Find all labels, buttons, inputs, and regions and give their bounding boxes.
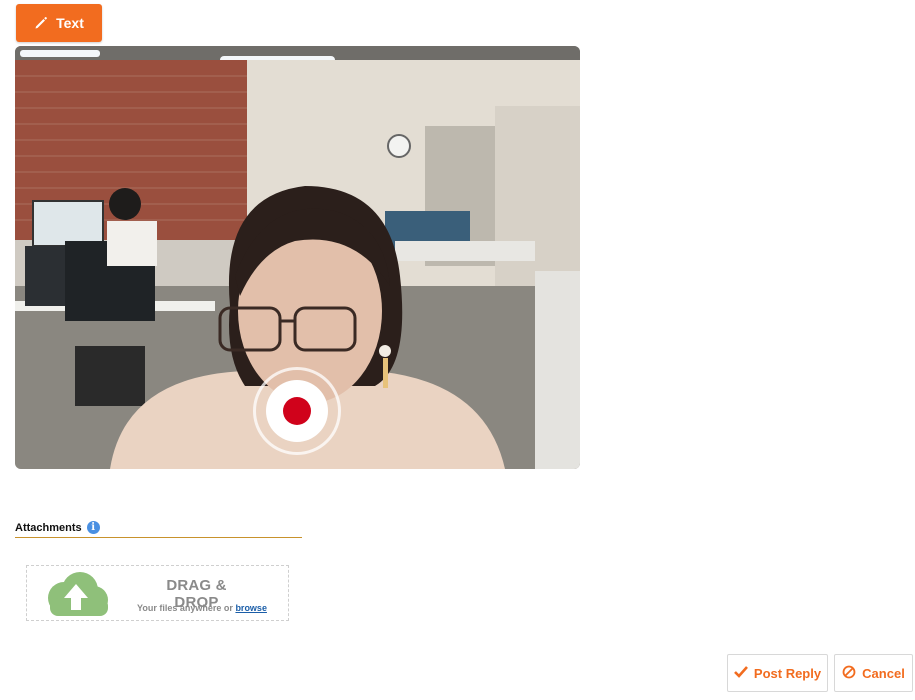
text-mode-label: Text <box>56 15 84 31</box>
pencil-icon <box>34 16 48 30</box>
record-icon <box>266 380 328 442</box>
attachments-header: Attachments i <box>15 518 302 538</box>
attachments-title: Attachments <box>15 521 82 534</box>
post-reply-button[interactable]: Post Reply <box>727 654 828 692</box>
info-icon[interactable]: i <box>86 521 100 534</box>
webcam-preview <box>15 46 580 469</box>
file-dropzone[interactable]: DRAG & DROP Your files anywhere or brows… <box>26 565 289 621</box>
text-mode-button[interactable]: Text <box>16 4 102 42</box>
ban-icon <box>842 665 856 682</box>
cancel-button[interactable]: Cancel <box>834 654 913 692</box>
browse-link[interactable]: browse <box>235 603 267 613</box>
dropzone-subtitle-text: Your files anywhere or <box>137 603 233 613</box>
cloud-upload-icon <box>48 572 108 616</box>
record-dot <box>283 397 311 425</box>
record-button[interactable] <box>253 367 341 455</box>
cancel-label: Cancel <box>862 665 905 681</box>
dropzone-subtitle: Your files anywhere or browse <box>132 603 272 613</box>
post-reply-label: Post Reply <box>753 665 822 681</box>
check-icon <box>733 665 748 681</box>
